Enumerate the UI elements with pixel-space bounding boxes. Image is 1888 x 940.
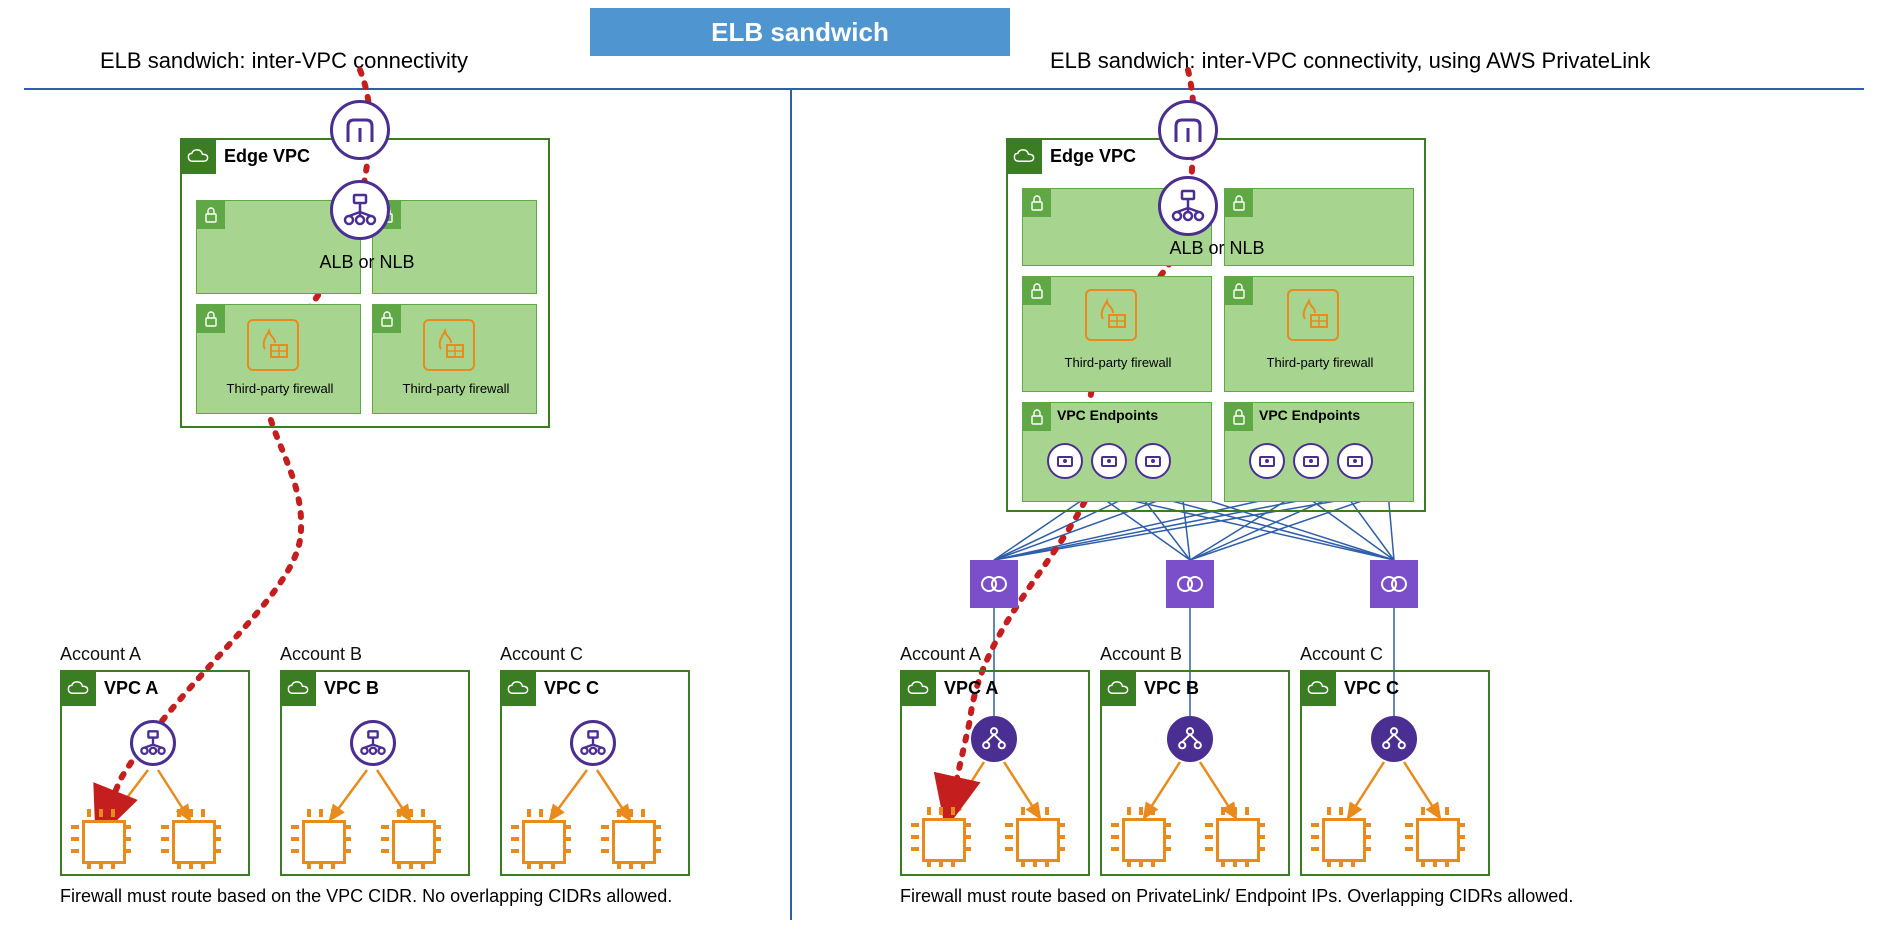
endpoint-icon	[1337, 443, 1373, 479]
privatelink-icon	[970, 560, 1018, 608]
firewall-icon	[1287, 289, 1339, 341]
firewall-icon	[247, 319, 299, 371]
privatelink-icon	[1166, 560, 1214, 608]
nlb-icon	[1167, 716, 1213, 762]
vpc-icon	[900, 670, 936, 706]
account-label: Account B	[1100, 644, 1182, 665]
compute-icon	[922, 818, 966, 862]
lock-icon	[1225, 189, 1253, 217]
vpc-icon	[180, 138, 216, 174]
internet-gateway-icon	[1158, 100, 1218, 160]
diagram-title: ELB sandwich	[590, 8, 1010, 56]
load-balancer-icon	[130, 720, 176, 766]
subnet: Third-party firewall	[196, 304, 361, 414]
vpc-label: VPC A	[104, 678, 158, 699]
load-balancer-icon	[1158, 176, 1218, 236]
right-caption: Firewall must route based on PrivateLink…	[900, 886, 1573, 907]
compute-icon	[612, 820, 656, 864]
compute-icon	[392, 820, 436, 864]
endpoint-icon	[1091, 443, 1127, 479]
account-label: Account C	[500, 644, 583, 665]
compute-icon	[522, 820, 566, 864]
firewall-label: Third-party firewall	[1255, 355, 1385, 370]
vpc-icon	[280, 670, 316, 706]
vpc-label: VPC A	[944, 678, 998, 699]
nlb-icon	[1371, 716, 1417, 762]
load-balancer-icon	[350, 720, 396, 766]
firewall-label: Third-party firewall	[215, 381, 345, 396]
endpoint-icon	[1293, 443, 1329, 479]
firewall-label: Third-party firewall	[1053, 355, 1183, 370]
vpc-icon	[60, 670, 96, 706]
firewall-icon	[423, 319, 475, 371]
subnet: Third-party firewall	[1224, 276, 1414, 392]
compute-icon	[172, 820, 216, 864]
subnet: VPC Endpoints	[1022, 402, 1212, 502]
load-balancer-icon	[570, 720, 616, 766]
compute-icon	[1322, 818, 1366, 862]
vpc-label: VPC C	[544, 678, 599, 699]
compute-icon	[1016, 818, 1060, 862]
firewall-label: Third-party firewall	[391, 381, 521, 396]
load-balancer-icon	[330, 180, 390, 240]
left-caption: Firewall must route based on the VPC CID…	[60, 886, 672, 907]
lock-icon	[373, 305, 401, 333]
vpc-icon	[500, 670, 536, 706]
endpoint-row	[1249, 443, 1373, 479]
vpc-label: VPC B	[1144, 678, 1199, 699]
lock-icon	[197, 201, 225, 229]
subnet-label: VPC Endpoints	[1259, 407, 1360, 423]
account-label: Account A	[60, 644, 141, 665]
firewall-icon	[1085, 289, 1137, 341]
subnet: Third-party firewall	[372, 304, 537, 414]
vpc-icon	[1100, 670, 1136, 706]
internet-gateway-icon	[330, 100, 390, 160]
lock-icon	[197, 305, 225, 333]
compute-icon	[1216, 818, 1260, 862]
lock-icon	[1225, 403, 1253, 431]
endpoint-icon	[1047, 443, 1083, 479]
endpoint-icon	[1135, 443, 1171, 479]
compute-icon	[1122, 818, 1166, 862]
vpc-label: Edge VPC	[1050, 146, 1136, 167]
left-subtitle: ELB sandwich: inter-VPC connectivity	[100, 48, 468, 74]
vpc-label: Edge VPC	[224, 146, 310, 167]
endpoint-row	[1047, 443, 1171, 479]
vpc-label: VPC B	[324, 678, 379, 699]
vpc-label: VPC C	[1344, 678, 1399, 699]
lb-label: ALB or NLB	[1162, 238, 1272, 259]
account-label: Account B	[280, 644, 362, 665]
lock-icon	[1023, 189, 1051, 217]
lock-icon	[1023, 277, 1051, 305]
divider-vertical	[790, 88, 792, 920]
lb-label: ALB or NLB	[312, 252, 422, 273]
subnet	[372, 200, 537, 294]
privatelink-icon	[1370, 560, 1418, 608]
subnet: VPC Endpoints	[1224, 402, 1414, 502]
vpc-icon	[1006, 138, 1042, 174]
divider-horizontal	[24, 88, 1864, 90]
compute-icon	[302, 820, 346, 864]
nlb-icon	[971, 716, 1017, 762]
account-label: Account C	[1300, 644, 1383, 665]
subnet: Third-party firewall	[1022, 276, 1212, 392]
endpoint-icon	[1249, 443, 1285, 479]
compute-icon	[1416, 818, 1460, 862]
account-label: Account A	[900, 644, 981, 665]
vpc-icon	[1300, 670, 1336, 706]
lock-icon	[1225, 277, 1253, 305]
right-edge-vpc: Edge VPC ALB or NLB Third-party firewall…	[1006, 138, 1426, 512]
subnet-label: VPC Endpoints	[1057, 407, 1158, 423]
compute-icon	[82, 820, 126, 864]
right-subtitle: ELB sandwich: inter-VPC connectivity, us…	[1050, 48, 1650, 74]
lock-icon	[1023, 403, 1051, 431]
